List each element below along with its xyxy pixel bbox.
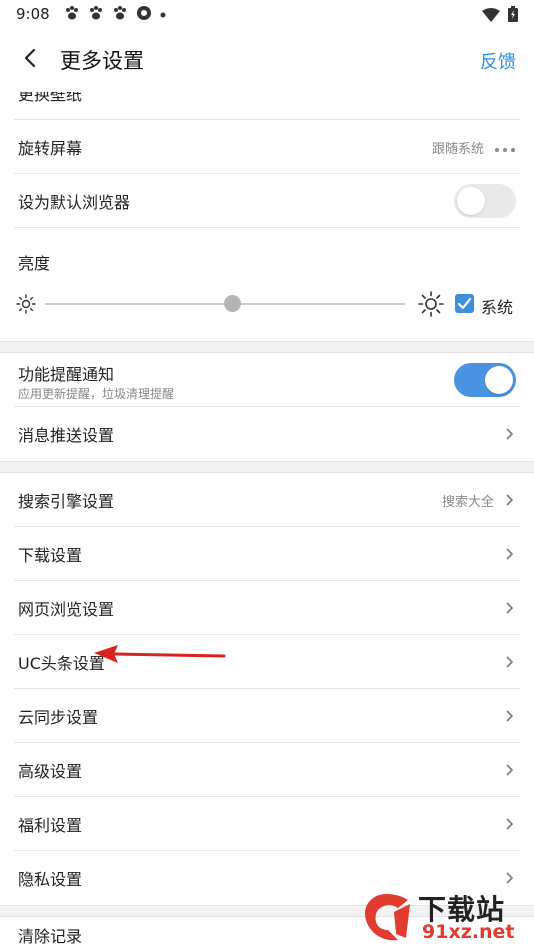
brightness-section: 亮度 系统 <box>0 228 534 341</box>
chevron-right-icon <box>504 548 516 560</box>
row-label: 隐私设置 <box>18 870 83 889</box>
more-dots-icon[interactable] <box>494 138 516 157</box>
row-label: 功能提醒通知 <box>18 365 115 384</box>
row-sublabel: 应用更新提醒，垃圾清理提醒 <box>18 387 175 401</box>
row-label: 清除记录 <box>18 927 83 946</box>
settings-row-web-browse[interactable]: 网页浏览设置 <box>0 581 534 635</box>
brightness-slider-row: 系统 <box>0 286 534 322</box>
settings-row-rotate[interactable]: 旋转屏幕 跟随系统 <box>0 120 534 174</box>
brightness-slider-handle[interactable] <box>224 295 241 312</box>
chevron-right-icon <box>504 656 516 668</box>
battery-icon <box>508 6 518 26</box>
app-header: 更多设置 反馈 <box>0 28 534 92</box>
chevron-right-icon <box>504 710 516 722</box>
settings-row-push[interactable]: 消息推送设置 <box>0 407 534 461</box>
row-label: 下载设置 <box>18 546 83 565</box>
status-bar: 9:08 <box>0 0 534 28</box>
settings-row-search-engine[interactable]: 搜索引擎设置 搜索大全 <box>0 473 534 527</box>
watermark-url: 91xz.net <box>422 921 515 943</box>
chevron-right-icon <box>504 494 516 506</box>
row-label: 搜索引擎设置 <box>18 492 115 511</box>
settings-list: 更换壁纸 旋转屏幕 跟随系统 设为默认浏览器 亮度 系统 功能提醒通知 应用更新… <box>0 92 534 947</box>
chevron-right-icon <box>504 428 516 440</box>
row-label: 消息推送设置 <box>18 426 115 445</box>
site-logo-icon <box>364 894 410 941</box>
brightness-title: 亮度 <box>18 254 51 273</box>
annotation-arrow-icon <box>94 645 226 663</box>
toggle-knob <box>485 366 513 394</box>
feedback-button[interactable]: 反馈 <box>480 48 516 74</box>
brightness-system-label: 系统 <box>481 298 514 317</box>
settings-row-default-browser[interactable]: 设为默认浏览器 <box>0 174 534 228</box>
chevron-right-icon <box>504 602 516 614</box>
feature-notify-toggle[interactable] <box>454 363 516 397</box>
row-value: 搜索大全 <box>441 494 494 510</box>
section-divider <box>0 461 534 473</box>
row-label: 设为默认浏览器 <box>18 193 131 212</box>
brightness-system-checkbox[interactable] <box>455 294 474 313</box>
toggle-knob <box>457 187 485 215</box>
checkmark-icon <box>457 297 472 310</box>
settings-row-download[interactable]: 下载设置 <box>0 527 534 581</box>
section-divider <box>0 341 534 353</box>
sun-large-icon <box>418 291 444 321</box>
settings-row-cloud-sync[interactable]: 云同步设置 <box>0 689 534 743</box>
back-arrow-icon <box>23 48 37 72</box>
settings-row-wallpaper[interactable]: 更换壁纸 <box>0 92 534 120</box>
paw-icon <box>112 5 128 24</box>
dot-icon <box>160 7 166 21</box>
paw-icon <box>88 5 104 24</box>
row-label: 高级设置 <box>18 762 83 781</box>
chevron-right-icon <box>504 872 516 884</box>
row-label: 旋转屏幕 <box>18 139 83 158</box>
row-value: 跟随系统 <box>431 141 484 157</box>
settings-row-welfare[interactable]: 福利设置 <box>0 797 534 851</box>
settings-row-advanced[interactable]: 高级设置 <box>0 743 534 797</box>
chevron-right-icon <box>504 764 516 776</box>
default-browser-toggle[interactable] <box>454 184 516 218</box>
wifi-icon <box>482 7 500 26</box>
sun-small-icon <box>16 294 36 318</box>
back-button[interactable] <box>0 28 60 92</box>
row-label: 网页浏览设置 <box>18 600 115 619</box>
aperture-icon <box>136 5 152 24</box>
row-label: 更换壁纸 <box>18 92 83 104</box>
notification-icons <box>64 5 166 24</box>
status-right <box>482 6 518 26</box>
paw-icon <box>64 5 80 24</box>
settings-row-uc-headline[interactable]: UC头条设置 <box>0 635 534 689</box>
page-title: 更多设置 <box>60 49 144 73</box>
settings-row-feature-notify[interactable]: 功能提醒通知 应用更新提醒，垃圾清理提醒 <box>0 353 534 407</box>
site-watermark: 下载站 91xz.net <box>358 888 528 948</box>
chevron-right-icon <box>504 818 516 830</box>
row-label: 福利设置 <box>18 816 83 835</box>
status-time: 9:08 <box>16 5 50 23</box>
row-label: 云同步设置 <box>18 708 99 727</box>
